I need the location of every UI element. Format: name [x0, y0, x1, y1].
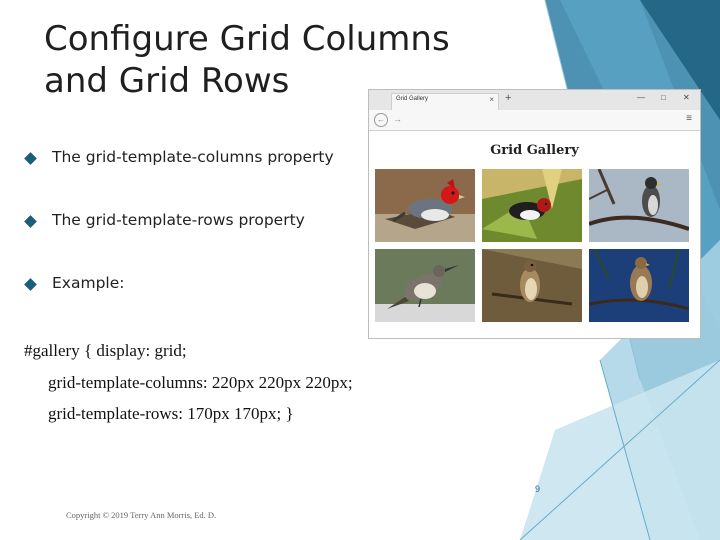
window-close-icon[interactable]: ✕ [683, 93, 690, 102]
copyright-text: Copyright © 2019 Terry Ann Morris, Ed. D… [66, 510, 217, 520]
browser-screenshot: Grid Gallery × + — □ ✕ ← → ≡ Grid Galler… [368, 89, 701, 339]
page-number: 9 [535, 484, 541, 494]
maximize-icon[interactable]: □ [661, 93, 666, 102]
new-tab-icon[interactable]: + [505, 92, 511, 104]
hawk-blue-sky-photo [589, 249, 689, 322]
back-arrow-icon[interactable]: ← [374, 113, 388, 127]
browser-tab-bar: Grid Gallery × + — □ ✕ [369, 90, 700, 110]
browser-content: Grid Gallery [369, 131, 700, 338]
diamond-bullet-icon [24, 278, 37, 291]
browser-nav-bar: ← → ≡ [369, 110, 700, 131]
code-line: grid-template-rows: 170px 170px; } [48, 404, 294, 423]
gallery-heading: Grid Gallery [490, 143, 579, 158]
forward-arrow-icon[interactable]: → [393, 114, 402, 124]
bullet-text: Example: [52, 274, 125, 292]
bullet-text: The grid-template-columns property [52, 148, 334, 166]
code-line: grid-template-columns: 220px 220px 220px… [48, 373, 353, 392]
hawk-on-branch-photo [589, 169, 689, 242]
red-crested-cardinal-photo [375, 169, 475, 242]
bullet-text: The grid-template-rows property [52, 211, 305, 229]
sparrow-hawk-photo [482, 249, 582, 322]
bullet-item: Example: [24, 274, 364, 298]
browser-tab[interactable]: Grid Gallery × [391, 93, 499, 110]
close-icon[interactable]: × [489, 95, 494, 104]
code-line: #gallery { display: grid; [24, 341, 187, 360]
minimize-icon[interactable]: — [637, 93, 645, 102]
mockingbird-on-rock-photo [375, 249, 475, 322]
diamond-bullet-icon [24, 152, 37, 165]
diamond-bullet-icon [24, 215, 37, 228]
bullet-item: The grid-template-columns property [24, 148, 364, 172]
finch-in-grass-photo [482, 169, 582, 242]
bullet-item: The grid-template-rows property [24, 211, 364, 235]
menu-icon[interactable]: ≡ [686, 113, 692, 124]
tab-label: Grid Gallery [396, 96, 429, 102]
